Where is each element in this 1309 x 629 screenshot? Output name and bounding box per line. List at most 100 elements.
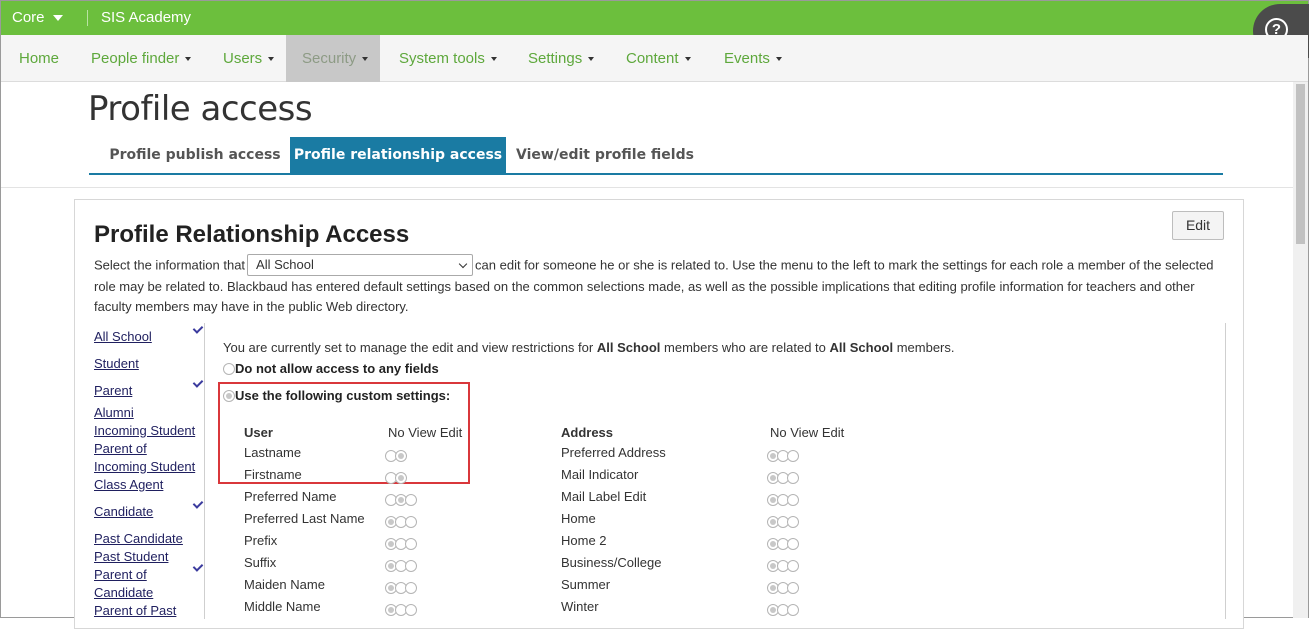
chevron-down-icon: [458, 259, 468, 269]
nav-item-label: Security: [302, 50, 357, 67]
caret-down-icon: [490, 57, 497, 62]
role-link[interactable]: Incoming Student: [94, 422, 195, 440]
top-bar: Core SIS Academy: [1, 1, 1308, 35]
radio-button[interactable]: [787, 494, 799, 506]
field-access-radios: [767, 491, 799, 506]
nav-item-label: Home: [19, 50, 60, 67]
desc-text: Select the information that: [94, 257, 246, 273]
column-header-no: No: [388, 425, 405, 440]
nav-item-security[interactable]: Security: [286, 35, 381, 82]
nav-item-label: Events: [724, 50, 770, 67]
field-access-radios: [767, 447, 799, 462]
nav-item-home[interactable]: Home: [15, 35, 63, 82]
field-label: Lastname: [244, 445, 302, 460]
field-access-radios: [385, 601, 417, 616]
radio-button[interactable]: [787, 516, 799, 528]
nav-item-settings[interactable]: Settings: [524, 35, 598, 82]
settings-info: You are currently set to manage the edit…: [223, 340, 955, 355]
divider: [1, 187, 1293, 188]
nav-item-content[interactable]: Content: [622, 35, 695, 82]
section-title: Profile Relationship Access: [94, 221, 410, 248]
role-link[interactable]: Student: [94, 355, 139, 373]
edit-button[interactable]: Edit: [1172, 211, 1224, 240]
info-text: You are currently set to manage the edit…: [223, 340, 594, 355]
field-access-radios: [767, 557, 799, 572]
field-label: Mail Label Edit: [561, 489, 647, 504]
info-text: members who are related to: [664, 340, 826, 355]
radio-button[interactable]: [787, 472, 799, 484]
page-title: Profile access: [88, 89, 313, 129]
role-link[interactable]: Candidate: [94, 584, 153, 602]
divider: [87, 10, 88, 26]
role-link[interactable]: Incoming Student: [94, 458, 195, 476]
role-link[interactable]: Class Agent: [94, 476, 163, 494]
info-text: members.: [896, 340, 955, 355]
desc-text: can edit for someone he or she is relate…: [475, 257, 1214, 273]
radio-button[interactable]: [223, 363, 235, 375]
core-label: Core: [12, 9, 45, 26]
field-label: Middle Name: [244, 599, 321, 614]
field-access-radios: [385, 557, 417, 572]
school-name[interactable]: SIS Academy: [101, 9, 191, 26]
role-select-value: All School: [256, 257, 314, 272]
column-header-edit: Edit: [439, 425, 463, 440]
field-label: Preferred Name: [244, 489, 337, 504]
radio-button[interactable]: [787, 604, 799, 616]
role-link[interactable]: Past Student: [94, 548, 168, 566]
field-label: Maiden Name: [244, 577, 325, 592]
nav-item-people-finder[interactable]: People finder: [87, 35, 195, 82]
tab-profile-publish-access[interactable]: Profile publish access: [105, 137, 285, 173]
field-label: Summer: [561, 577, 611, 592]
field-access-radios: [385, 513, 417, 528]
divider: [1225, 323, 1226, 619]
field-label: Preferred Last Name: [244, 511, 365, 526]
caret-down-icon: [185, 57, 192, 62]
nav-item-label: Content: [626, 50, 679, 67]
role-link[interactable]: Parent of Past: [94, 602, 176, 620]
radio-button[interactable]: [405, 604, 417, 616]
role-link[interactable]: Alumni: [94, 404, 134, 422]
radio-button[interactable]: [405, 582, 417, 594]
nav-item-users[interactable]: Users: [219, 35, 278, 82]
nav-item-system-tools[interactable]: System tools: [395, 35, 501, 82]
caret-down-icon: [362, 57, 369, 62]
field-access-radios: [767, 579, 799, 594]
role-link[interactable]: Past Candidate: [94, 530, 183, 548]
radio-button[interactable]: [405, 516, 417, 528]
role-link[interactable]: Parent: [94, 382, 132, 400]
role-link[interactable]: Parent of: [94, 566, 147, 584]
field-access-radios: [767, 469, 799, 484]
field-access-radios: [385, 491, 417, 506]
role-link[interactable]: Parent of: [94, 440, 147, 458]
radio-button[interactable]: [395, 472, 407, 484]
radio-button[interactable]: [405, 560, 417, 572]
group-title: Address: [561, 425, 614, 440]
radio-button[interactable]: [787, 582, 799, 594]
tab-profile-relationship-access[interactable]: Profile relationship access: [290, 137, 506, 173]
role-link[interactable]: Candidate: [94, 503, 153, 521]
radio-button[interactable]: [405, 494, 417, 506]
caret-down-icon: [684, 57, 691, 62]
scrollbar-thumb[interactable]: [1296, 84, 1305, 244]
nav-item-label: Users: [223, 50, 263, 67]
field-label: Business/College: [561, 555, 662, 570]
column-headers: No View Edit: [388, 425, 462, 440]
nav-item-events[interactable]: Events: [720, 35, 786, 82]
role-link[interactable]: All School: [94, 328, 152, 346]
caret-down-icon: [52, 15, 63, 22]
tab-view-edit-profile-fields[interactable]: View/edit profile fields: [513, 137, 697, 173]
option-no-access[interactable]: Do not allow access to any fields: [223, 361, 439, 376]
field-label: Home 2: [561, 533, 607, 548]
role-select[interactable]: All School: [247, 254, 474, 276]
info-role: All School: [596, 340, 661, 355]
core-menu-button[interactable]: Core: [12, 9, 63, 26]
radio-button[interactable]: [787, 538, 799, 550]
radio-button[interactable]: [787, 560, 799, 572]
field-label: Home: [561, 511, 596, 526]
nav-item-label: People finder: [91, 50, 180, 67]
vertical-scrollbar[interactable]: [1293, 82, 1308, 618]
radio-button[interactable]: [787, 450, 799, 462]
radio-button[interactable]: [405, 538, 417, 550]
section-description: Select the information that All School can…: [94, 254, 1224, 317]
radio-button[interactable]: [395, 450, 407, 462]
